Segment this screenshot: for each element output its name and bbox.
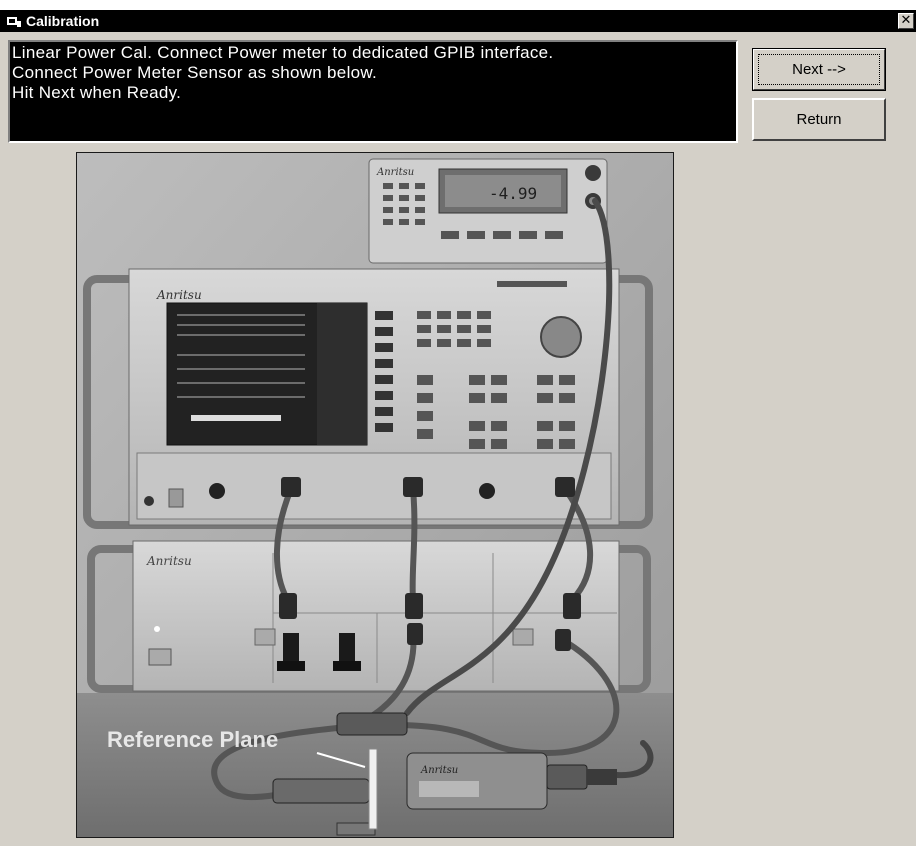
- reference-plane-label: Reference Plane: [107, 727, 278, 752]
- instruction-line-3: Hit Next when Ready.: [12, 83, 182, 102]
- meter-readout: -4.99: [489, 184, 537, 203]
- vna-brand: Anritsu: [156, 288, 202, 302]
- connection-diagram-photo: -4.99 Anritsu Anritsu Anritsu Anritsu Re…: [76, 152, 674, 838]
- next-button[interactable]: Next -->: [752, 48, 886, 91]
- instruction-line-2: Connect Power Meter Sensor as shown belo…: [12, 63, 378, 82]
- focus-rectangle: [758, 54, 880, 85]
- meter-brand: Anritsu: [376, 167, 414, 178]
- window-title: Calibration: [26, 13, 100, 29]
- title-bar[interactable]: Calibration ✕: [0, 10, 916, 32]
- return-button-label: Return: [796, 111, 842, 128]
- close-icon[interactable]: ✕: [898, 13, 914, 29]
- return-button[interactable]: Return: [752, 98, 886, 141]
- test-set-brand: Anritsu: [146, 554, 192, 568]
- calibration-window: Calibration ✕ Linear Power Cal. Connect …: [0, 10, 916, 846]
- instruction-line-1: Linear Power Cal. Connect Power meter to…: [12, 43, 554, 62]
- power-meter: -4.99 Anritsu: [368, 158, 608, 264]
- calibration-app-icon: [7, 17, 21, 27]
- instruction-panel: Linear Power Cal. Connect Power meter to…: [8, 40, 738, 143]
- sensor-brand: Anritsu: [420, 765, 458, 776]
- instrument-setup-photo: -4.99 Anritsu Anritsu Anritsu Anritsu Re…: [77, 153, 673, 837]
